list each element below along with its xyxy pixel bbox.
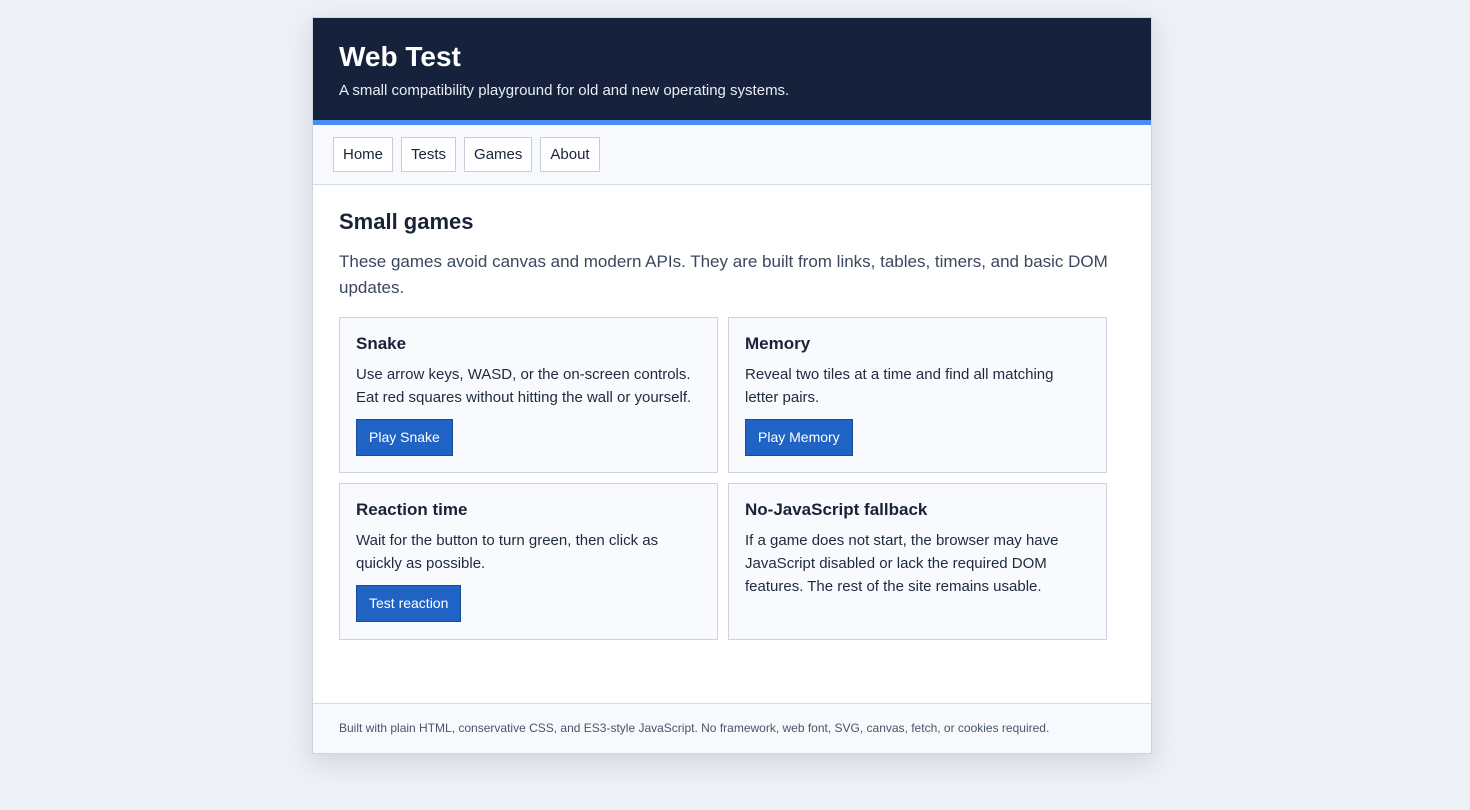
no-javascript-fallback-card: No-JavaScript fallback If a game does no… bbox=[728, 483, 1107, 640]
site-tagline: A small compatibility playground for old… bbox=[339, 82, 790, 99]
card-description: If a game does not start, the browser ma… bbox=[745, 532, 1059, 595]
nav-link-about[interactable]: About bbox=[540, 137, 600, 172]
card-title: Memory bbox=[745, 334, 811, 353]
play-memory-button[interactable]: Play Memory bbox=[745, 419, 853, 456]
card-title: No-JavaScript fallback bbox=[745, 500, 928, 519]
section-title: Small games bbox=[339, 209, 474, 234]
game-card-snake: Snake Use arrow keys, WASD, or the on-sc… bbox=[339, 317, 718, 473]
nav-link-home[interactable]: Home bbox=[333, 137, 394, 172]
game-card-memory: Memory Reveal two tiles at a time and fi… bbox=[728, 317, 1107, 473]
section-intro: These games avoid canvas and modern APIs… bbox=[339, 252, 1108, 297]
main-content: Small games These games avoid canvas and… bbox=[313, 185, 1151, 640]
site-footer: Built with plain HTML, conservative CSS,… bbox=[313, 703, 1151, 753]
card-title: Reaction time bbox=[356, 500, 468, 519]
card-title: Snake bbox=[356, 334, 407, 353]
main-nav: Home Tests Games About bbox=[313, 125, 1151, 185]
play-snake-button[interactable]: Play Snake bbox=[356, 419, 453, 456]
nav-link-tests[interactable]: Tests bbox=[401, 137, 457, 172]
page-container: Web Test A small compatibility playgroun… bbox=[312, 17, 1152, 754]
site-header: Web Test A small compatibility playgroun… bbox=[313, 18, 1151, 125]
card-description: Reveal two tiles at a time and find all … bbox=[745, 366, 1054, 406]
games-grid: Snake Use arrow keys, WASD, or the on-sc… bbox=[339, 317, 1125, 640]
card-description: Use arrow keys, WASD, or the on-screen c… bbox=[356, 366, 692, 406]
nav-link-games[interactable]: Games bbox=[464, 137, 533, 172]
card-description: Wait for the button to turn green, then … bbox=[356, 532, 659, 572]
test-reaction-button[interactable]: Test reaction bbox=[356, 585, 462, 622]
game-card-reaction: Reaction time Wait for the button to tur… bbox=[339, 483, 718, 640]
site-title: Web Test bbox=[339, 41, 461, 72]
